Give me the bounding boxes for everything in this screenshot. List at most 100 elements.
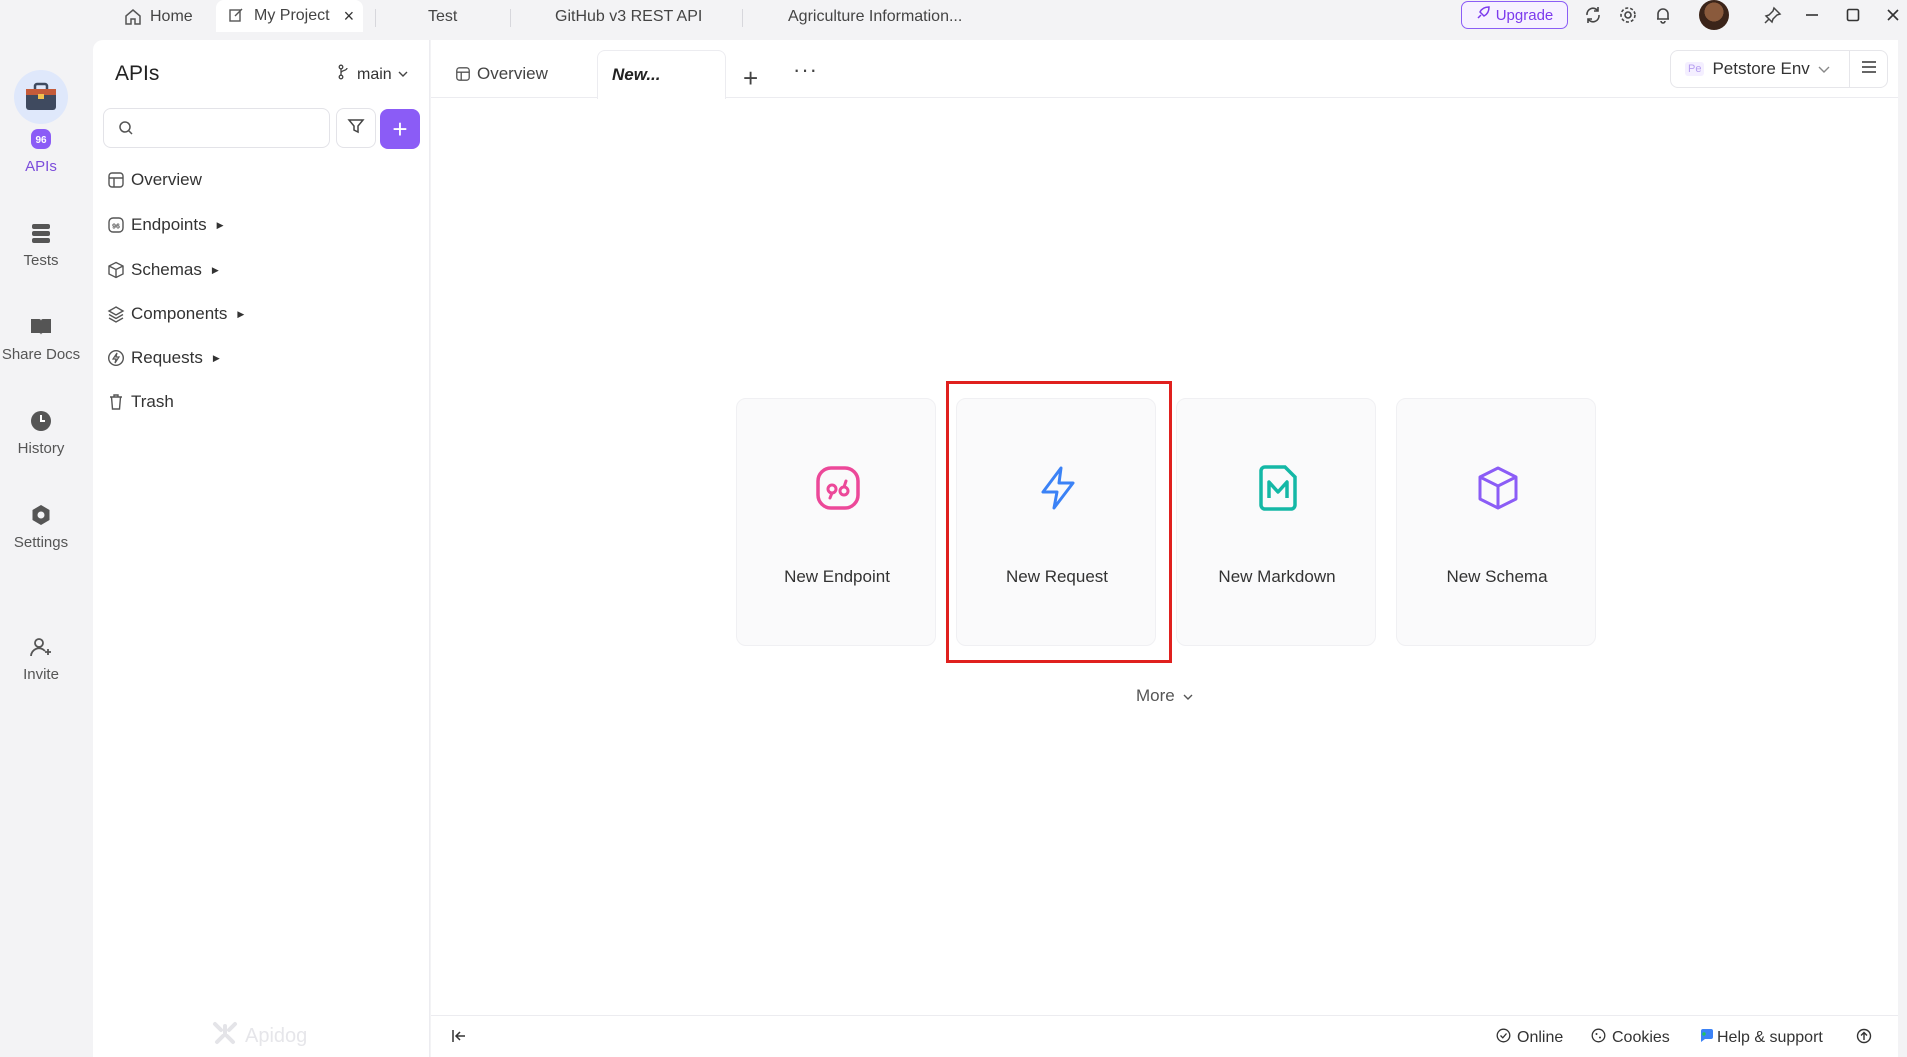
upgrade-label: Upgrade xyxy=(1495,6,1554,24)
tree-label: Schemas xyxy=(131,260,202,279)
cookie-icon xyxy=(1591,1028,1606,1048)
tab-label: My Project xyxy=(254,7,330,24)
rail-label: Tests xyxy=(23,252,59,269)
more-tabs-icon[interactable]: ··· xyxy=(793,46,818,94)
tab-new[interactable]: New... xyxy=(597,50,726,99)
online-status[interactable]: Online xyxy=(1496,1028,1563,1048)
tree-label: Endpoints xyxy=(131,215,207,234)
new-schema-card[interactable]: New Schema xyxy=(1396,398,1596,646)
sync-icon[interactable] xyxy=(1582,4,1604,26)
add-user-icon xyxy=(28,634,54,660)
tab-github[interactable]: GitHub v3 REST API xyxy=(555,2,702,32)
close-window-icon[interactable] xyxy=(1882,4,1904,26)
rail-apis[interactable]: 96 APIs xyxy=(0,126,82,175)
upload-icon[interactable] xyxy=(1856,1028,1872,1044)
gear-icon[interactable] xyxy=(1617,4,1639,26)
main-tabs: Overview New... + ··· Pe Petstore Env xyxy=(431,40,1898,99)
help-support-button[interactable]: Help & support xyxy=(1699,1028,1823,1048)
title-bar: Home My Project × Test GitHub v3 REST AP… xyxy=(0,0,1907,36)
bell-icon[interactable] xyxy=(1652,4,1674,26)
rail-tests[interactable]: Tests xyxy=(0,220,82,269)
bolt-circle-icon xyxy=(107,349,125,367)
tab-agriculture[interactable]: Agriculture Information... xyxy=(788,2,962,32)
filter-icon xyxy=(347,117,365,140)
menu-button[interactable] xyxy=(1849,50,1888,88)
apidog-watermark: Apidog xyxy=(211,1020,307,1052)
maximize-icon[interactable] xyxy=(1842,4,1864,26)
tree-item-components[interactable]: Components ▶ xyxy=(107,302,244,326)
chevron-down-icon xyxy=(398,66,408,84)
endpoint-icon xyxy=(815,465,861,511)
env-label: Petstore Env xyxy=(1712,59,1810,78)
overview-icon xyxy=(455,66,471,82)
collapse-sidebar-icon[interactable] xyxy=(451,1028,467,1049)
online-label: Online xyxy=(1517,1029,1564,1046)
status-bar: Online Cookies Help & support xyxy=(431,1015,1898,1057)
chevron-down-icon xyxy=(1818,59,1830,79)
caret-right-icon: ▶ xyxy=(211,264,219,275)
upgrade-button[interactable]: Upgrade xyxy=(1461,1,1568,29)
tab-label: Home xyxy=(150,8,193,25)
overview-icon xyxy=(107,171,125,189)
branch-icon xyxy=(337,64,351,85)
watermark-label: Apidog xyxy=(245,1024,308,1047)
caret-right-icon: ▶ xyxy=(216,219,224,230)
tab-test[interactable]: Test xyxy=(428,2,457,32)
tree-label: Trash xyxy=(131,392,174,411)
caret-right-icon: ▶ xyxy=(212,352,220,363)
rail-share-docs[interactable]: Share Docs xyxy=(0,314,82,363)
search-input[interactable] xyxy=(140,115,320,141)
clock-icon xyxy=(28,408,54,434)
card-label: New Endpoint xyxy=(784,567,890,586)
branch-selector[interactable]: main xyxy=(337,64,408,85)
cookies-label: Cookies xyxy=(1612,1029,1670,1046)
filter-button[interactable] xyxy=(336,108,376,148)
tab-divider xyxy=(375,9,376,27)
tab-home[interactable]: Home xyxy=(124,2,193,32)
more-button[interactable]: More xyxy=(1136,686,1193,706)
search-box xyxy=(103,108,330,148)
svg-text:96: 96 xyxy=(35,135,47,146)
chat-icon xyxy=(1699,1028,1715,1048)
rail-history[interactable]: History xyxy=(0,408,82,457)
add-button[interactable]: + xyxy=(380,109,420,149)
rocket-icon xyxy=(1476,6,1490,24)
tab-overview[interactable]: Overview xyxy=(455,50,548,98)
more-label: More xyxy=(1136,686,1175,705)
tree-item-requests[interactable]: Requests ▶ xyxy=(107,346,220,370)
rail-label: Settings xyxy=(13,534,69,551)
tab-divider xyxy=(742,9,743,27)
add-tab-button[interactable]: + xyxy=(743,54,758,102)
caret-right-icon: ▶ xyxy=(237,308,245,319)
cookies-button[interactable]: Cookies xyxy=(1591,1028,1670,1048)
tree-label: Requests xyxy=(131,348,203,367)
card-label: New Schema xyxy=(1446,567,1548,586)
branch-label: main xyxy=(357,65,392,83)
tests-icon xyxy=(28,220,54,246)
new-endpoint-card[interactable]: New Endpoint xyxy=(736,398,936,646)
apidog-logo-icon xyxy=(211,1020,239,1052)
cube-icon xyxy=(1475,465,1521,511)
minimize-icon[interactable] xyxy=(1801,4,1823,26)
rail-invite[interactable]: Invite xyxy=(0,634,82,683)
cube-icon xyxy=(107,261,125,279)
avatar[interactable] xyxy=(1699,0,1729,30)
tree-item-overview[interactable]: Overview xyxy=(107,168,202,192)
tab-my-project[interactable]: My Project × xyxy=(216,0,363,32)
tab-divider xyxy=(510,9,511,27)
highlight-box xyxy=(946,381,1172,663)
svg-text:96: 96 xyxy=(112,224,120,231)
tree-item-schemas[interactable]: Schemas ▶ xyxy=(107,258,219,282)
plus-icon: + xyxy=(392,113,408,144)
pin-icon[interactable] xyxy=(1762,4,1784,26)
new-markdown-card[interactable]: New Markdown xyxy=(1176,398,1376,646)
environment-selector[interactable]: Pe Petstore Env xyxy=(1670,50,1850,88)
tree-item-trash[interactable]: Trash xyxy=(107,390,174,414)
project-logo[interactable] xyxy=(14,70,68,124)
close-icon[interactable]: × xyxy=(344,6,355,27)
tab-label: Agriculture Information... xyxy=(788,8,963,25)
rail-settings[interactable]: Settings xyxy=(0,502,82,551)
help-label: Help & support xyxy=(1717,1029,1823,1046)
tree-item-endpoints[interactable]: 96 Endpoints ▶ xyxy=(107,213,224,237)
rail-label: Share Docs xyxy=(1,346,81,363)
